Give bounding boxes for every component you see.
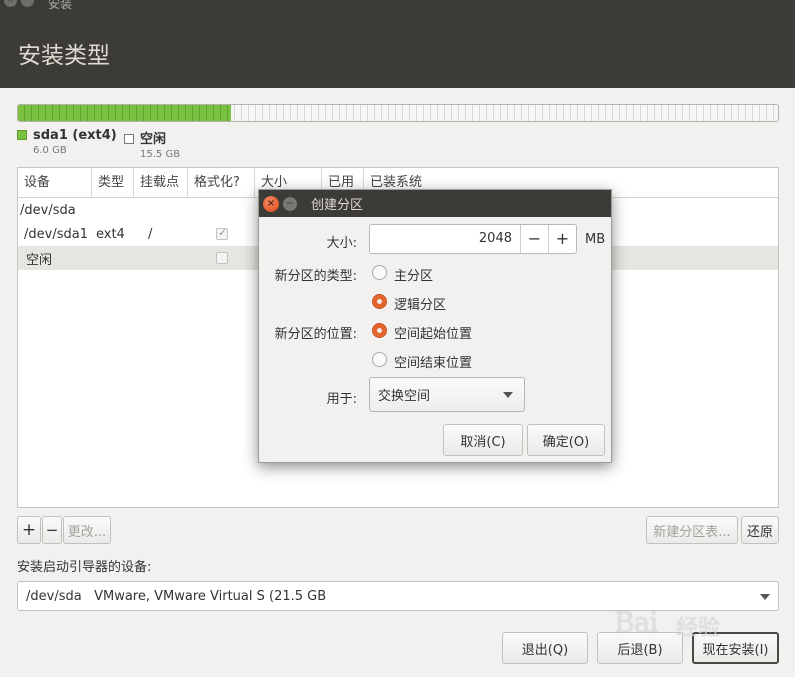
dialog-title-bar: × − 创建分区: [259, 190, 611, 217]
chevron-down-icon: [760, 594, 770, 600]
legend-swatch-green: [17, 130, 27, 140]
type-label: 新分区的类型:: [274, 269, 357, 284]
column-header-type[interactable]: 类型: [92, 167, 134, 198]
minimize-icon[interactable]: −: [283, 196, 297, 211]
legend-size: 6.0 GB: [33, 145, 67, 156]
location-label: 新分区的位置:: [274, 327, 357, 342]
format-checkbox[interactable]: [216, 226, 228, 240]
size-value[interactable]: 2048: [370, 225, 520, 253]
legend-swatch-free: [124, 134, 134, 144]
column-header-device[interactable]: 设备: [18, 167, 92, 198]
use-as-select[interactable]: 交换空间: [369, 377, 525, 412]
window-controls: × −: [4, 0, 34, 7]
logical-partition-label[interactable]: 逻辑分区: [394, 294, 446, 313]
location-start-label[interactable]: 空间起始位置: [394, 323, 472, 342]
add-partition-button[interactable]: +: [17, 516, 41, 544]
use-as-value: 交换空间: [378, 389, 431, 404]
revert-button[interactable]: 还原: [741, 516, 779, 544]
format-checkbox[interactable]: [216, 252, 228, 264]
size-stepper[interactable]: 2048 − +: [369, 224, 577, 254]
minimize-window-icon[interactable]: −: [21, 0, 34, 7]
column-header-mount[interactable]: 挂载点: [134, 167, 188, 198]
primary-partition-label[interactable]: 主分区: [394, 265, 433, 284]
close-icon[interactable]: ×: [263, 195, 279, 212]
bootloader-label: 安装启动引导器的设备:: [17, 560, 152, 575]
create-partition-dialog: × − 创建分区 大小: 2048 − + MB 新分区的类型: 主分区 逻辑分…: [258, 189, 612, 463]
row-device: 空闲: [26, 252, 53, 268]
row-type: ext4: [96, 226, 125, 242]
location-end-label[interactable]: 空间结束位置: [394, 352, 472, 371]
remove-partition-button[interactable]: −: [42, 516, 62, 544]
chevron-down-icon: [503, 392, 513, 398]
quit-button[interactable]: 退出(Q): [502, 632, 588, 664]
column-header-format[interactable]: 格式化?: [188, 167, 255, 198]
install-now-button[interactable]: 现在安装(I): [692, 632, 779, 664]
size-decrement-button[interactable]: −: [520, 225, 548, 253]
change-partition-button[interactable]: 更改...: [63, 516, 111, 544]
legend-item-sda1: sda1 (ext4) 6.0 GB: [17, 128, 117, 156]
bootloader-select[interactable]: /dev/sda VMware, VMware Virtual S (21.5 …: [17, 581, 779, 611]
row-mount: /: [148, 226, 153, 242]
dialog-title: 创建分区: [311, 198, 364, 213]
legend-name: 空闲: [140, 132, 167, 147]
new-partition-table-button[interactable]: 新建分区表...: [646, 516, 738, 544]
title-bar: × − 安装 安装类型: [0, 0, 795, 88]
close-window-icon[interactable]: ×: [4, 0, 17, 7]
size-label: 大小:: [326, 236, 357, 251]
partition-bar: [17, 104, 779, 122]
location-end-radio[interactable]: [372, 352, 387, 367]
back-button[interactable]: 后退(B): [597, 632, 683, 664]
page-title: 安装类型: [18, 43, 110, 69]
legend-size: 15.5 GB: [140, 149, 181, 160]
size-unit: MB: [585, 232, 606, 247]
primary-partition-radio[interactable]: [372, 265, 387, 280]
use-as-label: 用于:: [326, 392, 357, 407]
row-device: /dev/sda1: [24, 226, 88, 242]
cancel-button[interactable]: 取消(C): [443, 424, 523, 456]
location-start-radio[interactable]: [372, 323, 387, 338]
bootloader-value: /dev/sda VMware, VMware Virtual S (21.5 …: [26, 588, 327, 604]
size-increment-button[interactable]: +: [548, 225, 576, 253]
ok-button[interactable]: 确定(O): [527, 424, 605, 456]
row-device: /dev/sda: [20, 202, 76, 218]
partition-bar-used: [18, 105, 231, 121]
window-title: 安装: [48, 0, 73, 11]
legend-item-free: 空闲 15.5 GB: [124, 128, 180, 160]
legend-name: sda1 (ext4): [33, 128, 117, 143]
logical-partition-radio[interactable]: [372, 294, 387, 309]
